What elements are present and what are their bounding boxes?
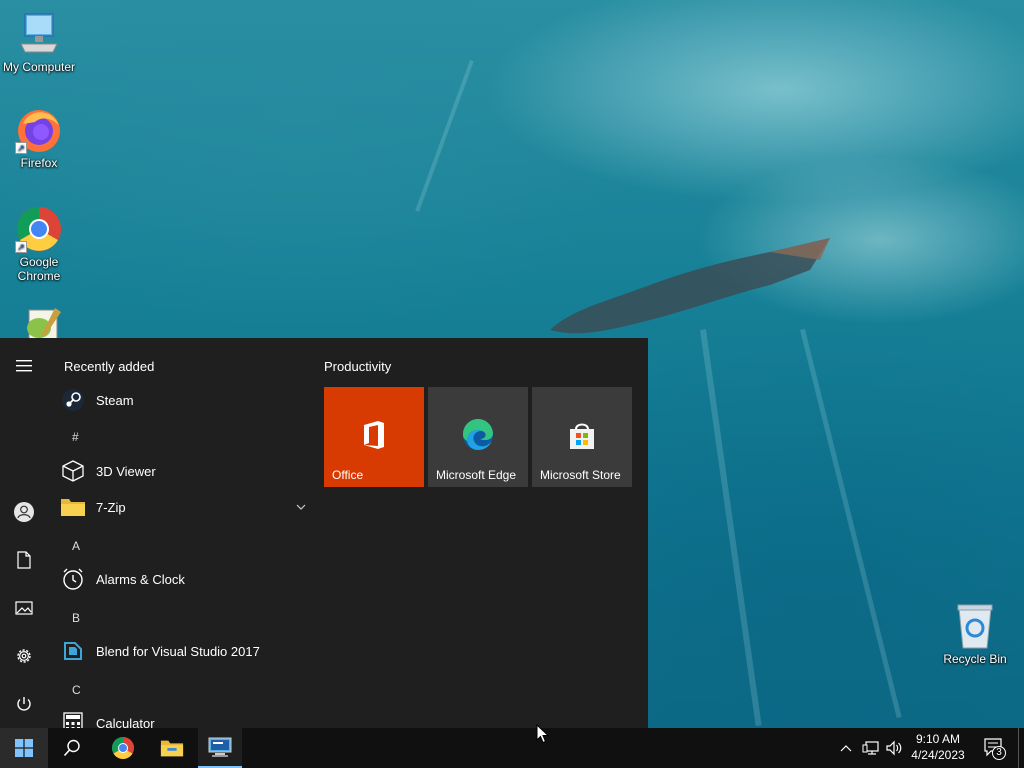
show-desktop-button[interactable] (1018, 728, 1024, 768)
cube-icon (60, 458, 86, 484)
desktop-icon-label: My Computer (2, 60, 76, 74)
recently-added-header: Recently added (64, 359, 155, 374)
shortcut-arrow-icon: ↗ (15, 142, 27, 154)
app-item-label: Steam (96, 392, 134, 408)
chevron-up-icon (840, 745, 852, 752)
desktop-icon-label: Google Chrome (17, 255, 61, 283)
app-item-calculator[interactable]: Calculator (60, 705, 306, 728)
network-icon (862, 741, 879, 755)
tile-office[interactable]: Office (324, 387, 424, 487)
windows-logo-icon (15, 739, 33, 757)
steam-icon (60, 387, 86, 413)
edge-icon (462, 419, 493, 450)
clock-date: 4/24/2023 (911, 748, 965, 762)
desktop-icon-label: Firefox (20, 156, 58, 170)
app-item-steam[interactable]: Steam (60, 382, 306, 418)
clock-time: 9:10 AM (915, 732, 961, 746)
diver-silhouette (550, 238, 830, 334)
store-bag-icon (570, 423, 594, 449)
hamburger-menu-button[interactable] (0, 346, 48, 386)
app-item-alarms-clock[interactable]: Alarms & Clock (60, 561, 306, 597)
chrome-icon (112, 737, 134, 759)
app-item-label: 3D Viewer (96, 463, 156, 479)
chevron-down-icon[interactable] (296, 503, 306, 511)
mouse-cursor-icon (536, 724, 550, 744)
light-ray (415, 60, 474, 212)
app-list: Recently added Steam # 3D Viewer 7-Zip A… (48, 338, 310, 728)
folder-icon (60, 494, 86, 520)
blend-icon (60, 638, 86, 664)
calculator-icon (60, 710, 86, 728)
app-item-blend-vs2017[interactable]: Blend for Visual Studio 2017 (60, 633, 306, 669)
app-item-7zip[interactable]: 7-Zip (60, 489, 306, 525)
start-menu: Recently added Steam # 3D Viewer 7-Zip A… (0, 338, 648, 728)
action-center-button[interactable]: 3 (978, 728, 1012, 768)
recycle-bin-icon (951, 602, 999, 650)
tile-group-title[interactable]: Productivity (324, 359, 391, 374)
notification-badge: 3 (992, 746, 1006, 760)
power-button[interactable] (0, 684, 48, 724)
desktop-icon-recycle-bin[interactable]: Recycle Bin (936, 602, 1014, 666)
documents-button[interactable] (0, 540, 48, 580)
menu-icon (16, 360, 32, 372)
taskbar-clock[interactable]: 9:10 AM 4/24/2023 (902, 731, 974, 763)
pictures-button[interactable] (0, 588, 48, 628)
light-ray (700, 329, 762, 727)
app-item-label: Blend for Visual Studio 2017 (96, 643, 260, 659)
desktop-icon-firefox[interactable]: ↗ Firefox (0, 106, 78, 170)
search-icon (63, 739, 80, 757)
tiles-area: Productivity Office Microsoft Edge Micro (324, 338, 644, 728)
desktop-icon-label: Recycle Bin (943, 652, 1007, 666)
app-item-label: 7-Zip (96, 499, 126, 515)
letter-header-a[interactable]: A (72, 539, 80, 553)
start-button[interactable] (0, 728, 48, 768)
computer-icon (15, 10, 63, 58)
firefox-icon: ↗ (15, 106, 63, 154)
taskbar-chrome-button[interactable] (99, 728, 147, 768)
tile-label: Office (332, 468, 364, 482)
letter-header-c[interactable]: C (72, 683, 81, 697)
start-rail (0, 338, 48, 728)
folder-icon (160, 740, 184, 757)
user-account-button[interactable] (0, 492, 48, 532)
power-icon (17, 697, 31, 711)
app-item-label: Alarms & Clock (96, 571, 185, 587)
desktop-icon-google-chrome[interactable]: ↗ Google Chrome (0, 205, 78, 283)
settings-icon (17, 649, 31, 663)
letter-header-b[interactable]: B (72, 611, 80, 625)
taskbar-remote-desktop-button[interactable] (198, 728, 242, 768)
tile-label: Microsoft Edge (436, 468, 517, 482)
desktop-icon-my-computer[interactable]: My Computer (0, 10, 78, 74)
remote-desktop-icon (208, 737, 232, 757)
shortcut-arrow-icon: ↗ (15, 241, 27, 253)
network-button[interactable] (860, 728, 882, 768)
user-icon (14, 502, 34, 522)
pictures-icon (15, 601, 33, 615)
app-item-3d-viewer[interactable]: 3D Viewer (60, 453, 306, 489)
light-ray (800, 328, 902, 719)
letter-header-hash[interactable]: # (72, 430, 79, 444)
taskbar-file-explorer-button[interactable] (148, 728, 196, 768)
settings-button[interactable] (0, 636, 48, 676)
office-icon (364, 421, 384, 449)
alarm-clock-icon (60, 566, 86, 592)
show-hidden-icons-button[interactable] (836, 728, 856, 768)
documents-icon (17, 551, 31, 569)
tile-microsoft-store[interactable]: Microsoft Store (532, 387, 632, 487)
taskbar: 9:10 AM 4/24/2023 3 (0, 728, 1024, 768)
app-item-label: Calculator (96, 715, 155, 729)
chrome-icon: ↗ (15, 205, 63, 253)
search-button[interactable] (48, 728, 96, 768)
speaker-icon (886, 740, 902, 756)
tile-label: Microsoft Store (540, 468, 621, 482)
tile-microsoft-edge[interactable]: Microsoft Edge (428, 387, 528, 487)
